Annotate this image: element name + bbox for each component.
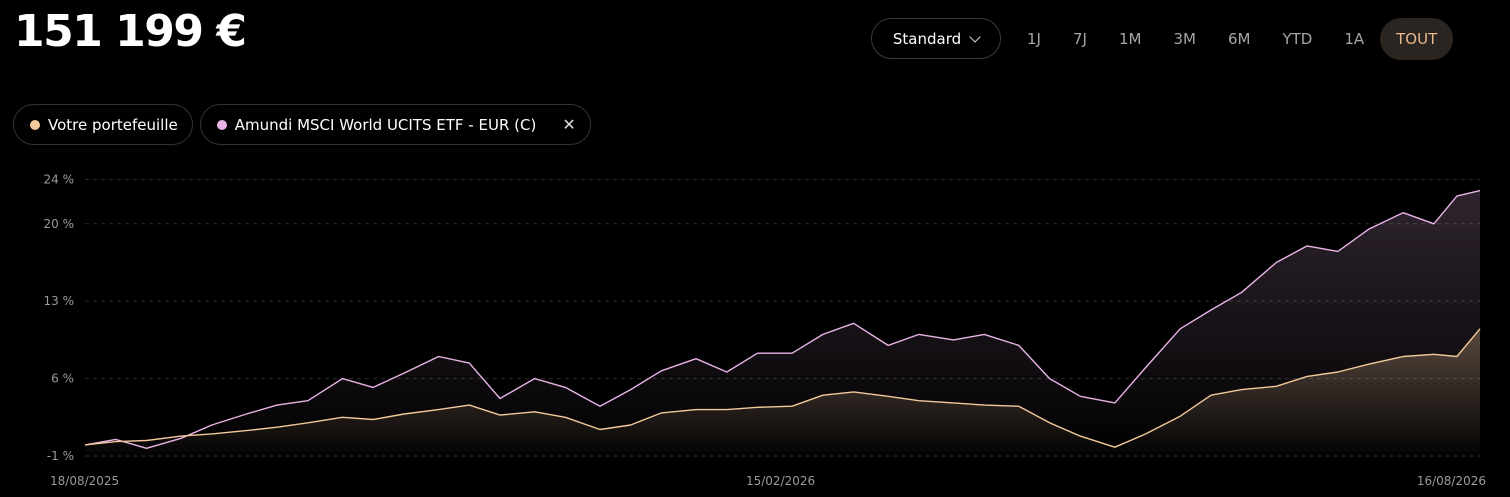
x-tick-label: 18/08/2025 xyxy=(50,474,119,488)
y-tick-label: -1 % xyxy=(47,449,74,463)
x-axis-ticks: 18/08/2025 15/02/2026 16/08/2026 xyxy=(50,474,1486,488)
benchmark-color-dot xyxy=(216,119,227,130)
x-tick-label: 16/08/2026 xyxy=(1417,474,1486,488)
range-1m[interactable]: 1M xyxy=(1103,18,1158,60)
range-7j[interactable]: 7J xyxy=(1057,18,1103,60)
y-tick-label: 6 % xyxy=(51,372,74,386)
chart-mode-label: Standard xyxy=(892,29,962,48)
y-tick-label: 24 % xyxy=(44,173,75,187)
legend-chip-benchmark[interactable]: Amundi MSCI World UCITS ETF - EUR (C) ✕ xyxy=(199,104,591,145)
chart-mode-select[interactable]: Standard xyxy=(871,18,1001,59)
range-ytd[interactable]: YTD xyxy=(1266,18,1328,60)
chevron-down-icon xyxy=(969,30,981,43)
legend-label-benchmark: Amundi MSCI World UCITS ETF - EUR (C) xyxy=(234,115,537,134)
legend-label-portfolio: Votre portefeuille xyxy=(48,115,178,134)
y-tick-label: 13 % xyxy=(44,294,75,308)
y-axis-ticks: 24 % 20 % 13 % 6 % -1 % xyxy=(44,173,75,463)
range-1a[interactable]: 1A xyxy=(1328,18,1380,60)
range-1j[interactable]: 1J xyxy=(1011,18,1057,60)
range-6m[interactable]: 6M xyxy=(1212,18,1267,60)
portfolio-total-value: 151 199 € xyxy=(14,6,247,57)
y-tick-label: 20 % xyxy=(44,217,75,231)
portfolio-color-dot xyxy=(30,119,40,130)
range-tout[interactable]: TOUT xyxy=(1380,18,1454,60)
performance-chart[interactable]: 24 % 20 % 13 % 6 % -1 % 18/08/2025 15/02/2026… xyxy=(0,160,1510,497)
close-icon[interactable]: ✕ xyxy=(562,115,575,134)
x-tick-label: 15/02/2026 xyxy=(746,474,815,488)
chart-areas xyxy=(85,190,1480,460)
legend-chip-portfolio[interactable]: Votre portefeuille xyxy=(13,104,193,145)
chart-legend: Votre portefeuille Amundi MSCI World UCI… xyxy=(13,104,591,145)
range-3m[interactable]: 3M xyxy=(1157,18,1212,60)
time-range-selector: 1J 7J 1M 3M 6M YTD 1A TOUT xyxy=(1011,18,1454,60)
